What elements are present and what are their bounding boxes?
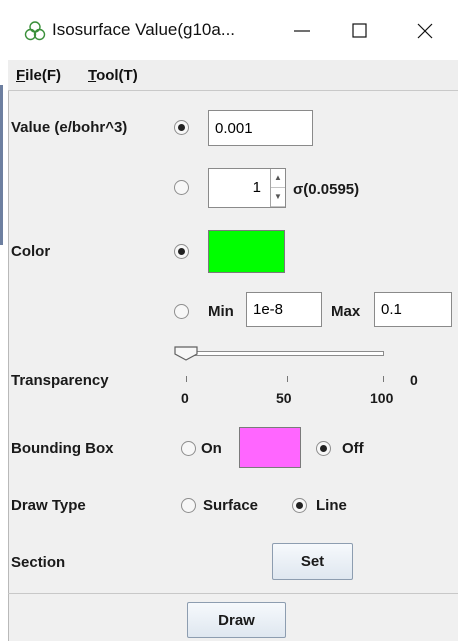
range-radio[interactable] <box>174 304 189 319</box>
max-input[interactable] <box>374 292 452 327</box>
surface-radio[interactable] <box>181 498 196 513</box>
tick-mark-50 <box>287 376 288 382</box>
section-label: Section <box>11 554 66 571</box>
color-radio[interactable] <box>174 244 189 259</box>
menu-tool-mnemonic: T <box>88 67 97 84</box>
menu-file[interactable]: File(F) <box>16 67 61 84</box>
bounding-box-swatch[interactable] <box>239 427 301 468</box>
menu-file-label: ile(F) <box>25 67 62 84</box>
slider-thumb[interactable] <box>174 346 200 362</box>
minimize-button[interactable] <box>278 14 328 48</box>
min-input[interactable] <box>246 292 322 327</box>
title-bar[interactable]: Isosurface Value(g10a... <box>8 0 458 61</box>
close-button[interactable] <box>401 14 451 48</box>
color-label: Color <box>11 243 51 260</box>
tick-mark-100 <box>383 376 384 382</box>
set-button[interactable]: Set <box>272 543 353 580</box>
tick-label-50: 50 <box>276 390 292 406</box>
menu-tool[interactable]: Tool(T) <box>88 67 138 84</box>
min-label: Min <box>208 303 234 320</box>
isosurface-window: Isosurface Value(g10a... File(F) Tool(T)… <box>0 0 458 641</box>
bounding-box-on-radio[interactable] <box>181 441 196 456</box>
bounding-box-off-label: Off <box>342 440 364 457</box>
maximize-icon <box>352 23 367 38</box>
spinner-arrows[interactable]: ▲ ▼ <box>270 169 285 207</box>
maximize-button[interactable] <box>336 14 386 48</box>
tick-label-100: 100 <box>370 390 394 406</box>
three-rings-app-icon <box>24 20 46 42</box>
sigma-spinner-value: 1 <box>252 179 261 196</box>
draw-type-label: Draw Type <box>11 497 86 514</box>
slider-track <box>184 351 384 356</box>
line-radio[interactable] <box>292 498 307 513</box>
menu-tool-label: ool(T) <box>96 67 138 84</box>
bounding-box-on-label: On <box>201 440 222 457</box>
footer-separator <box>8 593 458 594</box>
sigma-radio[interactable] <box>174 180 189 195</box>
draw-button[interactable]: Draw <box>187 602 286 638</box>
transparency-label: Transparency <box>11 372 109 389</box>
color-swatch[interactable] <box>208 230 285 273</box>
minimize-icon <box>294 30 310 32</box>
bounding-box-label: Bounding Box <box>11 440 114 457</box>
sigma-spinner[interactable]: 1 ▲ ▼ <box>208 168 286 208</box>
value-input[interactable] <box>208 110 313 146</box>
sigma-label: σ(0.0595) <box>293 181 360 198</box>
spinner-down-icon[interactable]: ▼ <box>271 188 285 207</box>
value-label: Value (e/bohr^3) <box>11 119 128 136</box>
tick-label-0: 0 <box>181 390 189 406</box>
menu-file-mnemonic: F <box>16 67 26 84</box>
transparency-value: 0 <box>410 372 418 388</box>
tick-mark-0 <box>186 376 187 382</box>
line-label: Line <box>316 497 347 514</box>
bounding-box-off-radio[interactable] <box>316 441 331 456</box>
max-label: Max <box>331 303 361 320</box>
window-left-edge <box>0 0 9 641</box>
edge-accent <box>0 85 3 245</box>
surface-label: Surface <box>203 497 259 514</box>
menu-bar: File(F) Tool(T) <box>8 60 458 91</box>
value-radio[interactable] <box>174 120 189 135</box>
window-title: Isosurface Value(g10a... <box>52 20 236 39</box>
close-icon <box>417 23 433 39</box>
